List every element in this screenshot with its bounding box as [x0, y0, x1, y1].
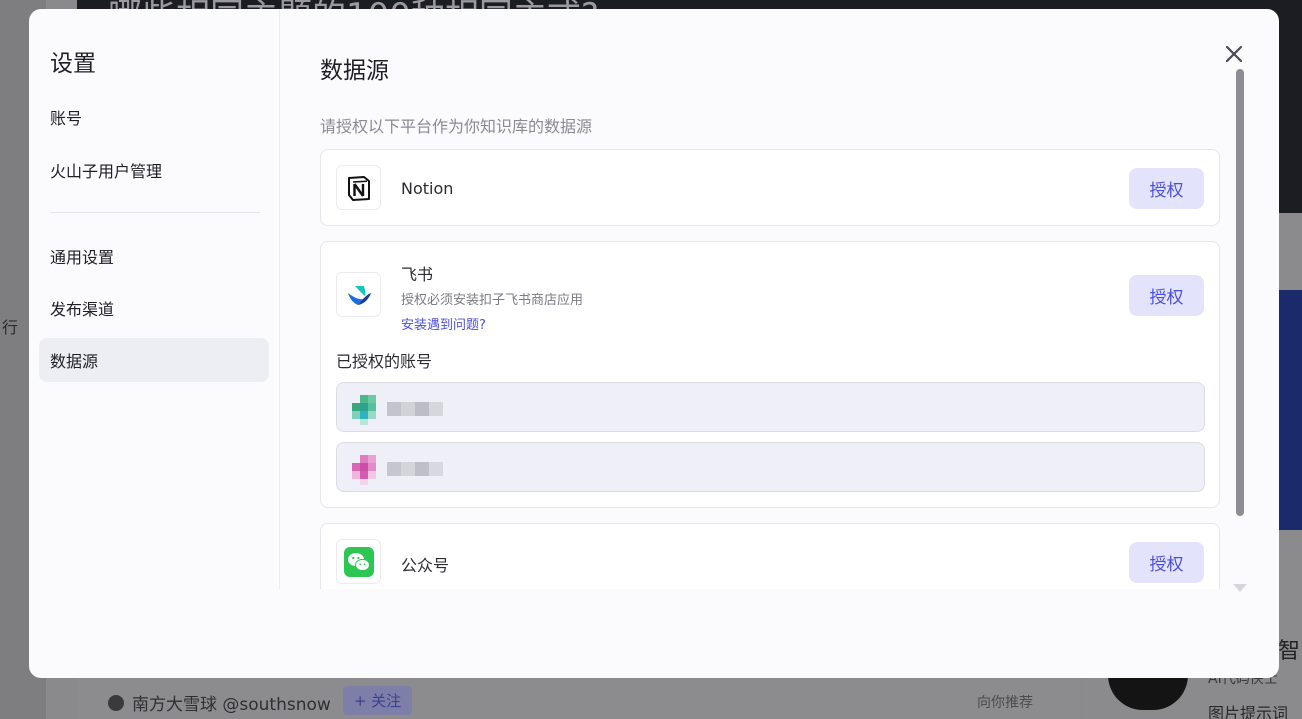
source-card-notion: Notion 授权 [320, 149, 1220, 226]
sidebar-item-account[interactable]: 账号 [39, 95, 269, 139]
source-name-notion: Notion [401, 179, 454, 198]
content-scrollbar[interactable] [1236, 69, 1244, 516]
feishu-icon [336, 272, 381, 317]
sidebar-divider [50, 212, 260, 213]
wechat-icon [336, 539, 381, 584]
source-name-wechat-official-account: 公众号 [401, 556, 450, 575]
source-card-feishu: 飞书 授权必须安装扣子飞书商店应用 安装遇到问题? 授权 已授权的账号 [320, 241, 1220, 508]
feishu-subtitle: 授权必须安装扣子飞书商店应用 [401, 293, 584, 308]
sidebar-item-publish-channels[interactable]: 发布渠道 [39, 286, 269, 330]
data-source-panel: 数据源 请授权以下平台作为你知识库的数据源 Notion 授权 飞书 授权必须安… [280, 9, 1279, 589]
authorized-accounts-heading: 已授权的账号 [336, 352, 433, 371]
notion-icon [336, 165, 381, 210]
pixelated-account-name [387, 462, 445, 476]
source-name-feishu: 飞书 [401, 265, 434, 284]
source-card-wechat-official-account: 公众号 授权 [320, 523, 1220, 589]
settings-modal: 设置 账号 火山子用户管理 通用设置 发布渠道 数据源 数据源 请授权以下平台作… [29, 9, 1279, 678]
settings-title: 设置 [50, 51, 96, 77]
background-right-image [1279, 290, 1302, 530]
sidebar-item-volcano-user-management[interactable]: 火山子用户管理 [39, 148, 269, 192]
settings-sidebar: 设置 账号 火山子用户管理 通用设置 发布渠道 数据源 [29, 9, 280, 589]
sidebar-item-data-sources[interactable]: 数据源 [39, 338, 269, 382]
sidebar-item-general-settings[interactable]: 通用设置 [39, 234, 269, 278]
authorize-feishu-button[interactable]: 授权 [1129, 275, 1204, 316]
scroll-down-arrow-icon[interactable] [1233, 584, 1247, 592]
page-description: 请授权以下平台作为你知识库的数据源 [320, 117, 593, 136]
authorize-wechat-official-account-button[interactable]: 授权 [1129, 542, 1204, 583]
background-recommend-label: 向你推荐 [977, 695, 1033, 711]
close-button[interactable] [1222, 42, 1246, 66]
pixelated-avatar-icon [352, 395, 376, 425]
pixelated-avatar-icon [352, 455, 376, 485]
authorize-notion-button[interactable]: 授权 [1129, 168, 1204, 209]
background-follow-button: + 关注 [343, 686, 412, 715]
author-name: 南方大雪球 @southsnow [132, 695, 331, 715]
author-avatar-icon [108, 694, 124, 711]
authorized-account-row[interactable] [336, 442, 1205, 492]
pixelated-account-name [387, 402, 445, 416]
feishu-install-help-link[interactable]: 安装遇到问题? [401, 314, 486, 333]
authorized-account-row[interactable] [336, 382, 1205, 432]
background-side-title: 智 [1278, 639, 1301, 664]
background-side-description: 图片提示词应 [1208, 704, 1289, 719]
close-icon [1225, 45, 1243, 63]
background-left-text: 行 [2, 318, 19, 337]
background-author: 南方大雪球 @southsnow [108, 690, 331, 715]
page-title: 数据源 [320, 58, 389, 84]
